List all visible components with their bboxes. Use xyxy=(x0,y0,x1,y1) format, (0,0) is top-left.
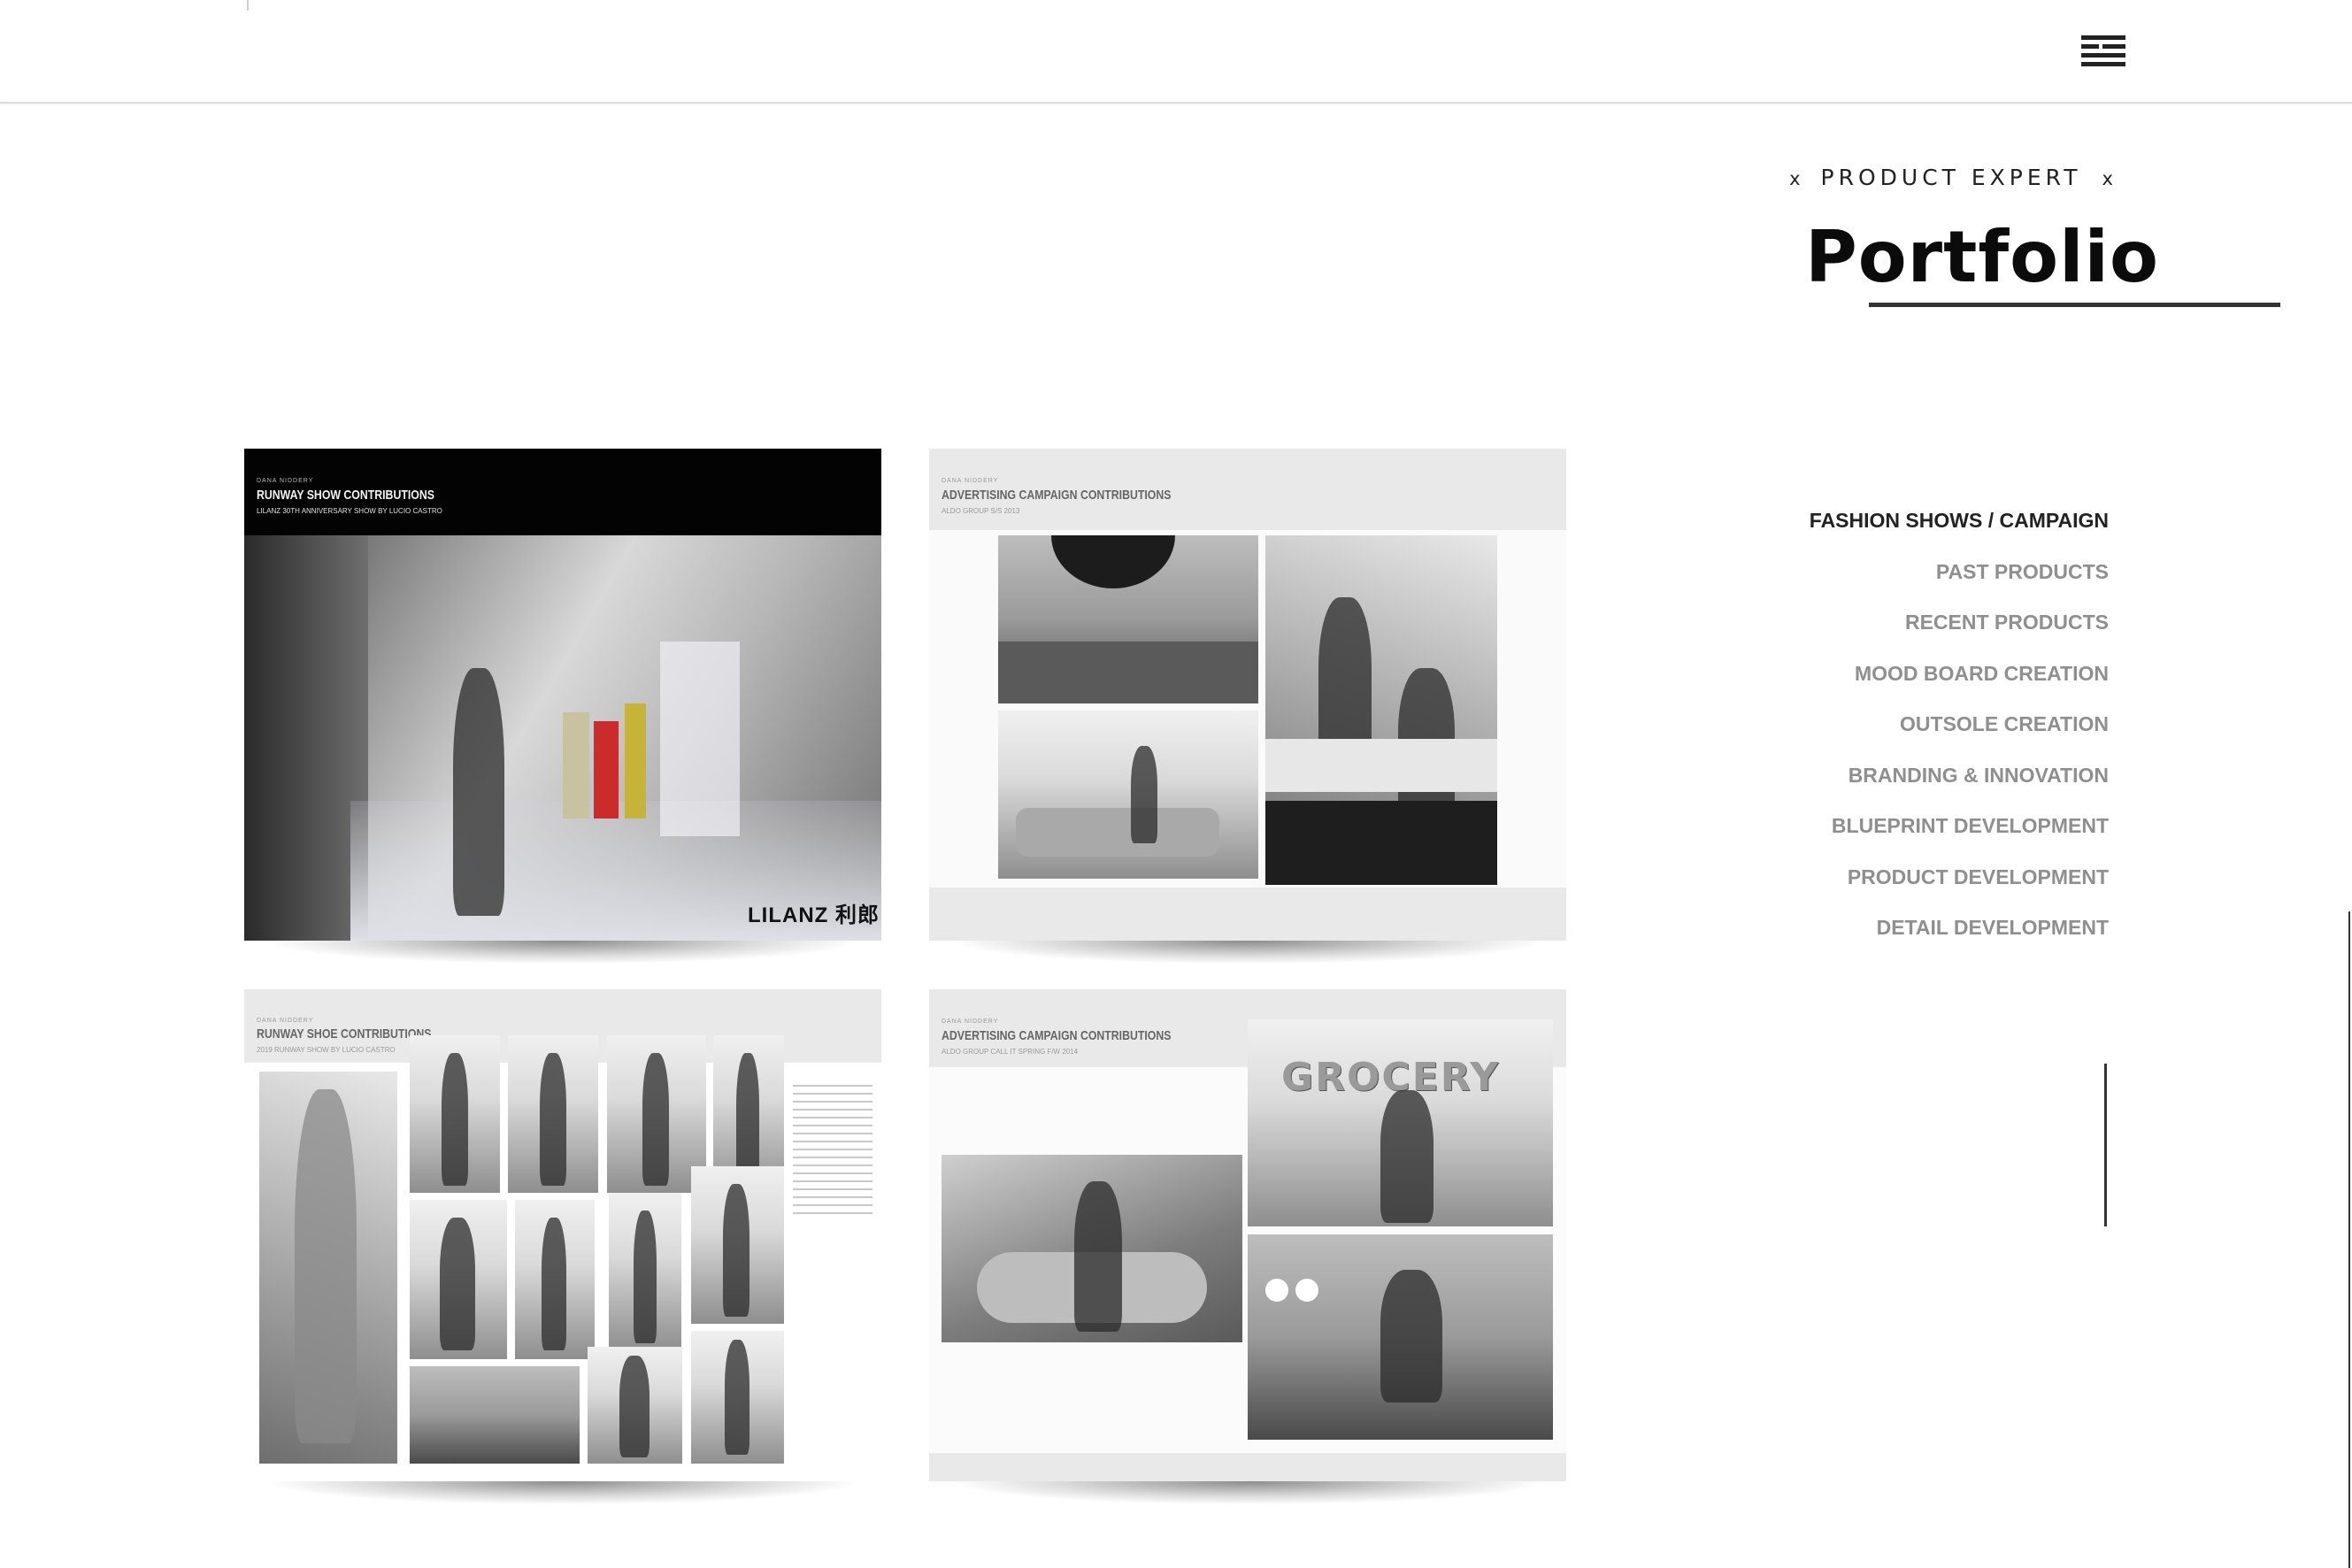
nav-item-fashion-shows[interactable]: FASHION SHOWS / CAMPAIGN xyxy=(1810,504,2109,556)
shoe-look-6 xyxy=(515,1200,595,1359)
tile-header: DANA NIDDERY ADVERTISING CAMPAIGN CONTRI… xyxy=(929,449,1566,530)
mahjong-photo xyxy=(410,1366,580,1464)
eyebrow-x-right: x xyxy=(2102,168,2113,189)
title-underline xyxy=(1869,303,2280,307)
eyebrow-text: PRODUCT EXPERT xyxy=(1820,165,2082,190)
shoe-look-5 xyxy=(410,1200,507,1359)
grocery-sign: GROCERY xyxy=(1281,1055,1501,1100)
category-nav: FASHION SHOWS / CAMPAIGN PAST PRODUCTS R… xyxy=(1810,504,2109,963)
portfolio-tile-runway-show[interactable]: DANA NIDDERY RUNWAY SHOW CONTRIBUTIONS L… xyxy=(244,449,881,964)
shoe-look-main xyxy=(259,1072,397,1464)
nav-item-product-development[interactable]: PRODUCT DEVELOPMENT xyxy=(1810,861,2109,912)
header-divider xyxy=(247,0,249,11)
grocery-photo: GROCERY xyxy=(1248,1019,1553,1226)
nav-item-blueprint[interactable]: BLUEPRINT DEVELOPMENT xyxy=(1810,810,2109,861)
top-bar xyxy=(0,0,2352,104)
shoe-look-2 xyxy=(508,1035,598,1193)
portfolio-tile-ad-campaign-fw14[interactable]: DANA NIDDERY ADVERTISING CAMPAIGN CONTRI… xyxy=(929,989,1566,1504)
tile-footer xyxy=(929,888,1566,941)
lilanz-logo: LILANZ 利郎 xyxy=(748,903,880,927)
nav-item-past-products[interactable]: PAST PRODUCTS xyxy=(1810,556,2109,607)
tile-header: DANA NIDDERY RUNWAY SHOW CONTRIBUTIONS L… xyxy=(244,449,881,535)
shoe-look-1 xyxy=(410,1035,500,1193)
page-title: Portfolio xyxy=(1805,216,2159,298)
tile-author: DANA NIDDERY xyxy=(942,1018,999,1025)
tile-title: RUNWAY SHOW CONTRIBUTIONS xyxy=(257,488,434,503)
tile-subtitle: LILANZ 30TH ANNIVERSARY SHOW BY LUCIO CA… xyxy=(257,507,442,515)
nav-item-outsole[interactable]: OUTSOLE CREATION xyxy=(1810,708,2109,759)
runway-photo: LILANZ 利郎 xyxy=(244,535,881,941)
tile-footer xyxy=(929,1453,1566,1481)
shoe-look-7 xyxy=(609,1193,681,1350)
section-eyebrow: x PRODUCT EXPERT x xyxy=(1779,165,2124,190)
campaign-photo-3 xyxy=(998,711,1258,879)
nav-item-branding[interactable]: BRANDING & INNOVATION xyxy=(1810,759,2109,811)
tile-author: DANA NIDDERY xyxy=(257,1018,314,1024)
tile-title: ADVERTISING CAMPAIGN CONTRIBUTIONS xyxy=(942,488,1172,503)
tile-title: ADVERTISING CAMPAIGN CONTRIBUTIONS xyxy=(942,1028,1172,1043)
tile-description-text xyxy=(793,1085,872,1218)
shoe-look-8 xyxy=(691,1166,784,1324)
nav-item-mood-board[interactable]: MOOD BOARD CREATION xyxy=(1810,657,2109,709)
stairs-photo xyxy=(1248,1234,1553,1440)
eyebrow-x-left: x xyxy=(1789,168,1801,189)
hamburger-icon[interactable] xyxy=(2081,35,2125,67)
tile-subtitle: ALDO GROUP S/S 2013 xyxy=(942,507,1020,515)
tile-subtitle: ALDO GROUP CALL IT SPRING F/W 2014 xyxy=(942,1048,1079,1056)
campaign-photo-1 xyxy=(998,535,1258,703)
tile-author: DANA NIDDERY xyxy=(257,478,314,484)
nav-item-detail-development[interactable]: DETAIL DEVELOPMENT xyxy=(1810,911,2109,963)
scooter-photo xyxy=(942,1155,1242,1342)
tile-author: DANA NIDDERY xyxy=(942,478,999,484)
shoe-look-9 xyxy=(588,1347,682,1464)
campaign-photo-2 xyxy=(1265,535,1497,885)
nav-scroll-indicator xyxy=(2104,1064,2107,1226)
nav-item-recent-products[interactable]: RECENT PRODUCTS xyxy=(1810,606,2109,657)
portfolio-tile-ad-campaign-ss13[interactable]: DANA NIDDERY ADVERTISING CAMPAIGN CONTRI… xyxy=(929,449,1566,964)
portfolio-tile-runway-shoe[interactable]: DANA NIDDERY RUNWAY SHOE CONTRIBUTIONS 2… xyxy=(244,989,881,1504)
tile-subtitle: 2019 RUNWAY SHOW BY LUCIO CASTRO xyxy=(257,1046,396,1054)
tile-title: RUNWAY SHOE CONTRIBUTIONS xyxy=(257,1026,432,1041)
page-edge-line xyxy=(2348,911,2350,1568)
shoe-look-10 xyxy=(691,1331,784,1464)
